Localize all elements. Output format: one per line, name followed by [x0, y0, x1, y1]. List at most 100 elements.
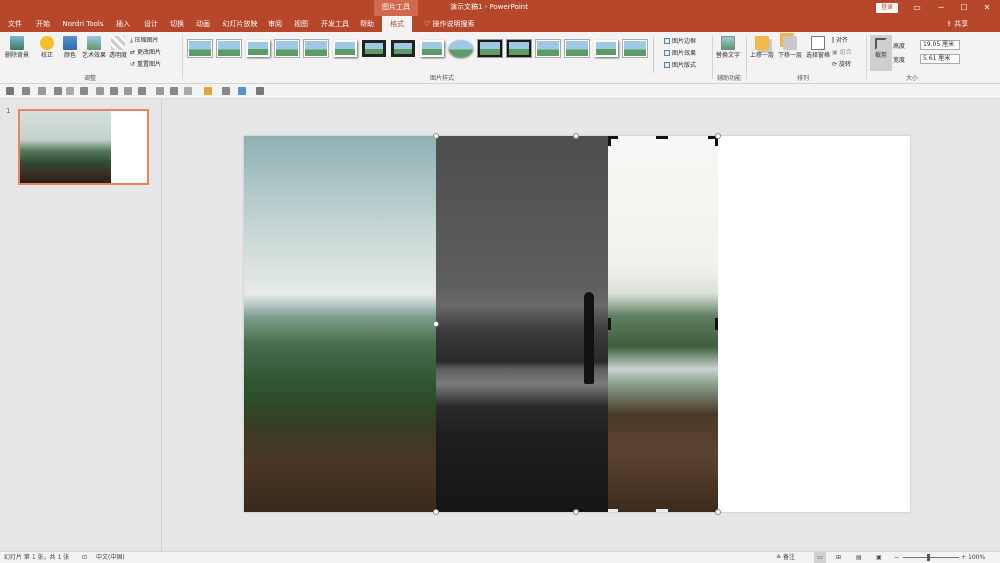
- pen-icon[interactable]: [6, 87, 14, 95]
- shape-icon[interactable]: [80, 87, 88, 95]
- picture-style-14[interactable]: [565, 40, 589, 57]
- zoom-level[interactable]: 100%: [968, 552, 985, 563]
- alt-text-button[interactable]: 替换文字: [716, 36, 740, 59]
- picture-style-9[interactable]: [420, 40, 444, 57]
- transparency-button[interactable]: 透明度: [108, 36, 128, 59]
- minimize-button[interactable]: ─: [930, 0, 952, 16]
- ribbon-display-options-icon[interactable]: ▭: [906, 0, 928, 16]
- picture-style-2[interactable]: [217, 40, 241, 57]
- picture-style-8[interactable]: [391, 40, 415, 57]
- tab-transitions[interactable]: 切换: [166, 16, 188, 32]
- selection-pane-button[interactable]: 选择窗格: [804, 36, 832, 59]
- login-button[interactable]: 登录: [876, 3, 898, 13]
- effects-shape-icon[interactable]: [238, 87, 246, 95]
- group-button[interactable]: ▣ 组合: [832, 47, 852, 56]
- reading-view-icon[interactable]: ▤: [856, 552, 862, 563]
- resize-handle-top-right[interactable]: [715, 133, 721, 139]
- picture-style-1[interactable]: [188, 40, 212, 57]
- picture-style-6[interactable]: [333, 40, 357, 57]
- tab-nordri-tools[interactable]: Nordri Tools: [60, 16, 106, 32]
- crop-handle-right[interactable]: [715, 318, 718, 330]
- resize-handle-bottom-right[interactable]: [715, 509, 721, 515]
- crop-handle-bottom[interactable]: [656, 509, 668, 512]
- eraser-icon[interactable]: [54, 87, 62, 95]
- picture-style-13[interactable]: [536, 40, 560, 57]
- tab-slideshow[interactable]: 幻灯片放映: [218, 16, 262, 32]
- change-picture-button[interactable]: ⇄ 更改图片: [130, 47, 161, 56]
- brush-icon[interactable]: [38, 87, 46, 95]
- resize-handle-top[interactable]: [573, 133, 579, 139]
- zoom-slider-knob[interactable]: [927, 554, 930, 561]
- gallery-scroll-icon[interactable]: [653, 37, 661, 73]
- picture-style-12[interactable]: [507, 40, 531, 57]
- align-left-icon[interactable]: [110, 87, 118, 95]
- picture-style-5[interactable]: [304, 40, 328, 57]
- zoom-out-icon[interactable]: −: [894, 552, 899, 563]
- picture-style-16[interactable]: [623, 40, 647, 57]
- table-icon[interactable]: [66, 87, 74, 95]
- crop-handle-top[interactable]: [656, 136, 668, 139]
- language-status[interactable]: 中文(中国): [96, 552, 125, 563]
- close-button[interactable]: ✕: [976, 0, 998, 16]
- rotate-button[interactable]: ⟳ 旋转: [832, 59, 851, 68]
- outline-icon[interactable]: [222, 87, 230, 95]
- tab-review[interactable]: 审阅: [264, 16, 286, 32]
- more-tools-icon[interactable]: [256, 87, 264, 95]
- tab-home[interactable]: 开始: [32, 16, 54, 32]
- tab-animations[interactable]: 动画: [192, 16, 214, 32]
- normal-view-icon[interactable]: ▭: [814, 552, 826, 563]
- notes-button[interactable]: ≙ 备注: [776, 552, 795, 563]
- picture-style-10[interactable]: [449, 40, 473, 57]
- tell-me-search[interactable]: ♡ 操作说明搜索: [424, 16, 475, 32]
- picture-border-button[interactable]: 图片边框: [664, 36, 696, 45]
- artistic-effects-button[interactable]: 艺术效果: [81, 36, 107, 59]
- color-button[interactable]: 颜色: [60, 36, 80, 59]
- fill-color-icon[interactable]: [204, 87, 212, 95]
- crop-handle-left[interactable]: [608, 318, 611, 330]
- resize-handle-top-left[interactable]: [433, 133, 439, 139]
- maximize-button[interactable]: ☐: [953, 0, 975, 16]
- picture-style-4[interactable]: [275, 40, 299, 57]
- print-icon[interactable]: [156, 87, 164, 95]
- tab-help[interactable]: 帮助: [356, 16, 378, 32]
- slideshow-icon[interactable]: ▣: [876, 552, 882, 563]
- picture-style-15[interactable]: [594, 40, 618, 57]
- compress-pictures-button[interactable]: ⤓ 压缩图片: [130, 35, 159, 45]
- tab-format[interactable]: 格式: [382, 16, 412, 32]
- tab-design[interactable]: 设计: [140, 16, 162, 32]
- resize-handle-left[interactable]: [433, 321, 439, 327]
- share-button[interactable]: ⇪ 共享: [946, 16, 968, 32]
- picture-style-3[interactable]: [246, 40, 270, 57]
- zoom-slider[interactable]: [903, 557, 959, 558]
- resize-handle-bottom[interactable]: [573, 509, 579, 515]
- picture-effects-button[interactable]: 图片效果: [664, 48, 696, 57]
- lock-icon[interactable]: [96, 87, 104, 95]
- zoom-in-icon[interactable]: +: [961, 552, 966, 563]
- align-button[interactable]: ⫿ 对齐: [832, 35, 848, 45]
- bring-forward-button[interactable]: 上移一层: [748, 36, 776, 59]
- width-field[interactable]: 5.61 厘米: [920, 54, 960, 64]
- crop-button[interactable]: 裁剪: [870, 35, 892, 71]
- send-backward-button[interactable]: 下移一层: [776, 36, 804, 59]
- picture-layout-button[interactable]: 图片版式: [664, 60, 696, 69]
- resize-handle-bottom-left[interactable]: [433, 509, 439, 515]
- reset-picture-button[interactable]: ↺ 重置图片: [130, 59, 161, 68]
- slide-sorter-icon[interactable]: ⊞: [836, 552, 841, 563]
- picture-style-11[interactable]: [478, 40, 502, 57]
- picture-style-7[interactable]: [362, 40, 386, 57]
- corrections-button[interactable]: 校正: [36, 36, 58, 59]
- tab-insert[interactable]: 插入: [112, 16, 134, 32]
- slide-canvas[interactable]: [244, 133, 910, 515]
- distribute-icon[interactable]: [170, 87, 178, 95]
- shape-fill-icon[interactable]: [184, 87, 192, 95]
- tab-view[interactable]: 视图: [290, 16, 312, 32]
- pencil-icon[interactable]: [22, 87, 30, 95]
- tab-developer[interactable]: 开发工具: [318, 16, 352, 32]
- crop-handle-top-left-v[interactable]: [608, 136, 611, 146]
- remove-background-button[interactable]: 删除背景: [2, 36, 32, 59]
- align-right-icon[interactable]: [138, 87, 146, 95]
- slide-thumbnail[interactable]: [18, 109, 149, 185]
- spell-check-icon[interactable]: ⊡: [82, 552, 87, 563]
- crop-handle-bottom-left[interactable]: [608, 509, 618, 512]
- tab-file[interactable]: 文件: [4, 16, 26, 32]
